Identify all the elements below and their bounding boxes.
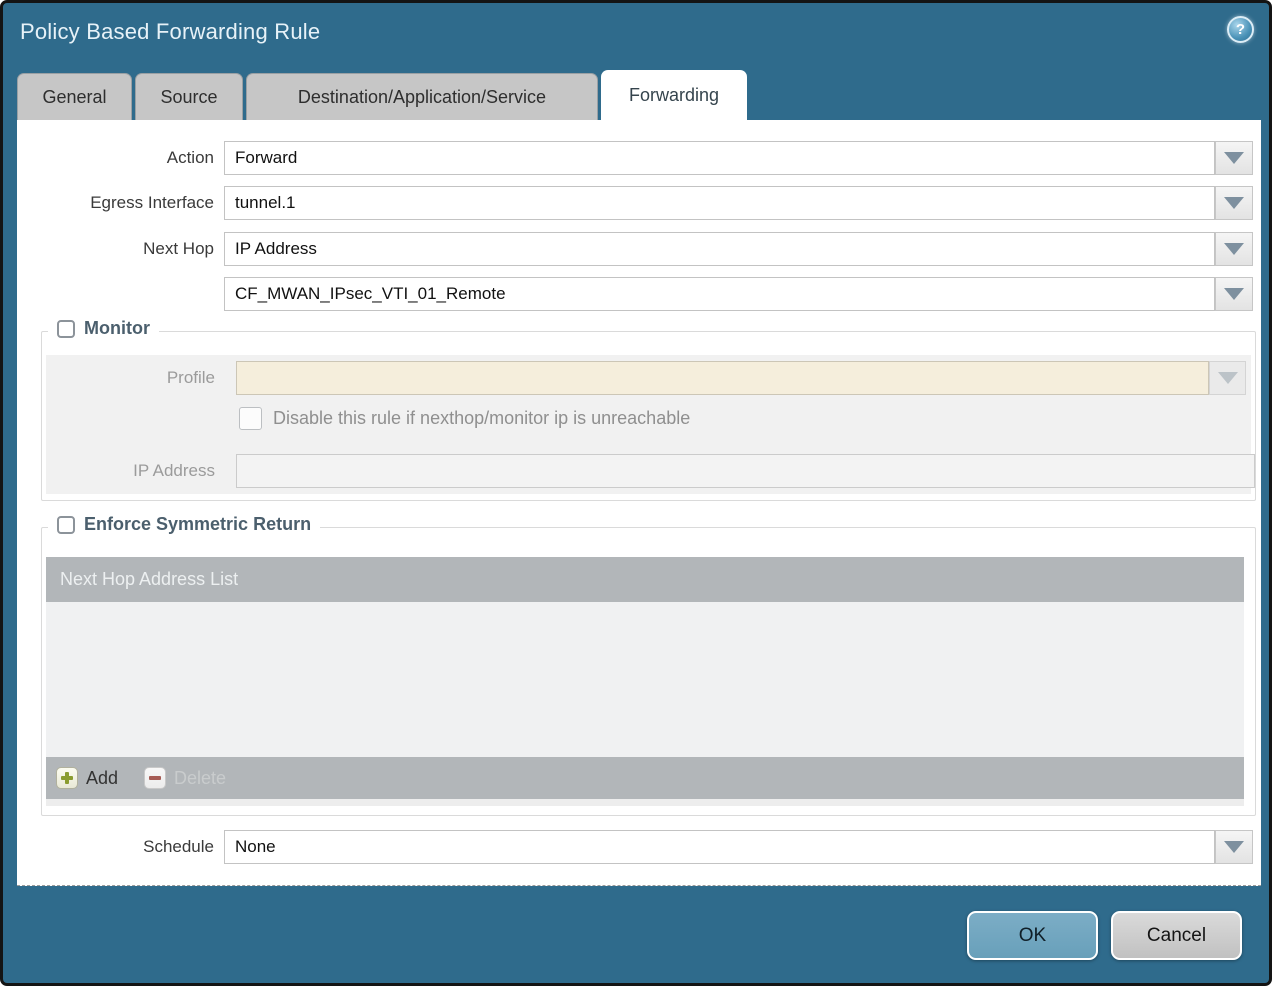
- chevron-down-icon: [1224, 243, 1244, 255]
- help-icon[interactable]: ?: [1227, 16, 1254, 43]
- profile-dropdown-button: [1209, 361, 1246, 395]
- monitor-section: Monitor Profile Disable this rule if nex…: [41, 331, 1256, 501]
- monitor-ip-address-field: [236, 454, 1255, 488]
- add-button-label: Add: [86, 768, 118, 789]
- tab-source[interactable]: Source: [135, 73, 243, 120]
- enforce-symmetric-return-section: Enforce Symmetric Return Next Hop Addres…: [41, 527, 1256, 816]
- add-button[interactable]: Add: [56, 767, 118, 789]
- disable-rule-checkbox: [239, 407, 262, 430]
- cancel-button[interactable]: Cancel: [1111, 911, 1242, 960]
- action-dropdown-button[interactable]: [1215, 141, 1253, 175]
- disable-rule-label: Disable this rule if nexthop/monitor ip …: [273, 408, 690, 429]
- next-hop-label: Next Hop: [17, 232, 214, 266]
- enforce-symmetric-return-legend: Enforce Symmetric Return: [48, 514, 320, 535]
- action-field[interactable]: [224, 141, 1215, 175]
- schedule-dropdown-button[interactable]: [1215, 830, 1253, 864]
- monitor-legend-label: Monitor: [84, 318, 150, 339]
- next-hop-address-list-header: Next Hop Address List: [46, 557, 1244, 602]
- monitor-ip-address-label: IP Address: [46, 454, 215, 488]
- next-hop-address-list-toolbar: Add Delete: [46, 757, 1244, 799]
- enforce-symmetric-return-checkbox[interactable]: [57, 516, 75, 534]
- policy-based-forwarding-dialog: Policy Based Forwarding Rule ? General S…: [0, 0, 1272, 986]
- chevron-down-icon: [1224, 841, 1244, 853]
- profile-field: [236, 361, 1209, 395]
- next-hop-address-list-body: [46, 602, 1244, 757]
- enforce-symmetric-return-legend-label: Enforce Symmetric Return: [84, 514, 311, 535]
- egress-interface-field[interactable]: [224, 186, 1215, 220]
- schedule-label: Schedule: [17, 830, 214, 864]
- action-label: Action: [17, 141, 214, 175]
- minus-icon: [144, 767, 166, 789]
- chevron-down-icon: [1224, 197, 1244, 209]
- tab-destination-application-service[interactable]: Destination/Application/Service: [246, 73, 598, 120]
- chevron-down-icon: [1224, 288, 1244, 300]
- ok-button[interactable]: OK: [967, 911, 1098, 960]
- chevron-down-icon: [1224, 152, 1244, 164]
- disable-rule-row: Disable this rule if nexthop/monitor ip …: [239, 407, 690, 430]
- forwarding-tab-panel: Action Egress Interface Next Hop: [17, 120, 1261, 886]
- delete-button: Delete: [144, 767, 226, 789]
- chevron-down-icon: [1218, 372, 1238, 384]
- next-hop-type-dropdown-button[interactable]: [1215, 232, 1253, 266]
- next-hop-address-dropdown-button[interactable]: [1215, 277, 1253, 311]
- tab-forwarding[interactable]: Forwarding: [601, 70, 747, 120]
- page-title: Policy Based Forwarding Rule: [20, 19, 320, 45]
- schedule-field[interactable]: [224, 830, 1215, 864]
- egress-interface-label: Egress Interface: [17, 186, 214, 220]
- monitor-legend: Monitor: [48, 318, 159, 339]
- profile-label: Profile: [46, 361, 215, 395]
- table-bottom-strip: [46, 799, 1244, 806]
- tab-general[interactable]: General: [17, 73, 132, 120]
- monitor-panel: Profile Disable this rule if nexthop/mon…: [46, 355, 1251, 494]
- egress-interface-dropdown-button[interactable]: [1215, 186, 1253, 220]
- delete-button-label: Delete: [174, 768, 226, 789]
- titlebar: Policy Based Forwarding Rule ?: [3, 3, 1269, 65]
- next-hop-address-list-table: Next Hop Address List Add Delete: [46, 557, 1244, 806]
- next-hop-type-field[interactable]: [224, 232, 1215, 266]
- next-hop-address-field[interactable]: [224, 277, 1215, 311]
- plus-icon: [56, 767, 78, 789]
- monitor-checkbox[interactable]: [57, 320, 75, 338]
